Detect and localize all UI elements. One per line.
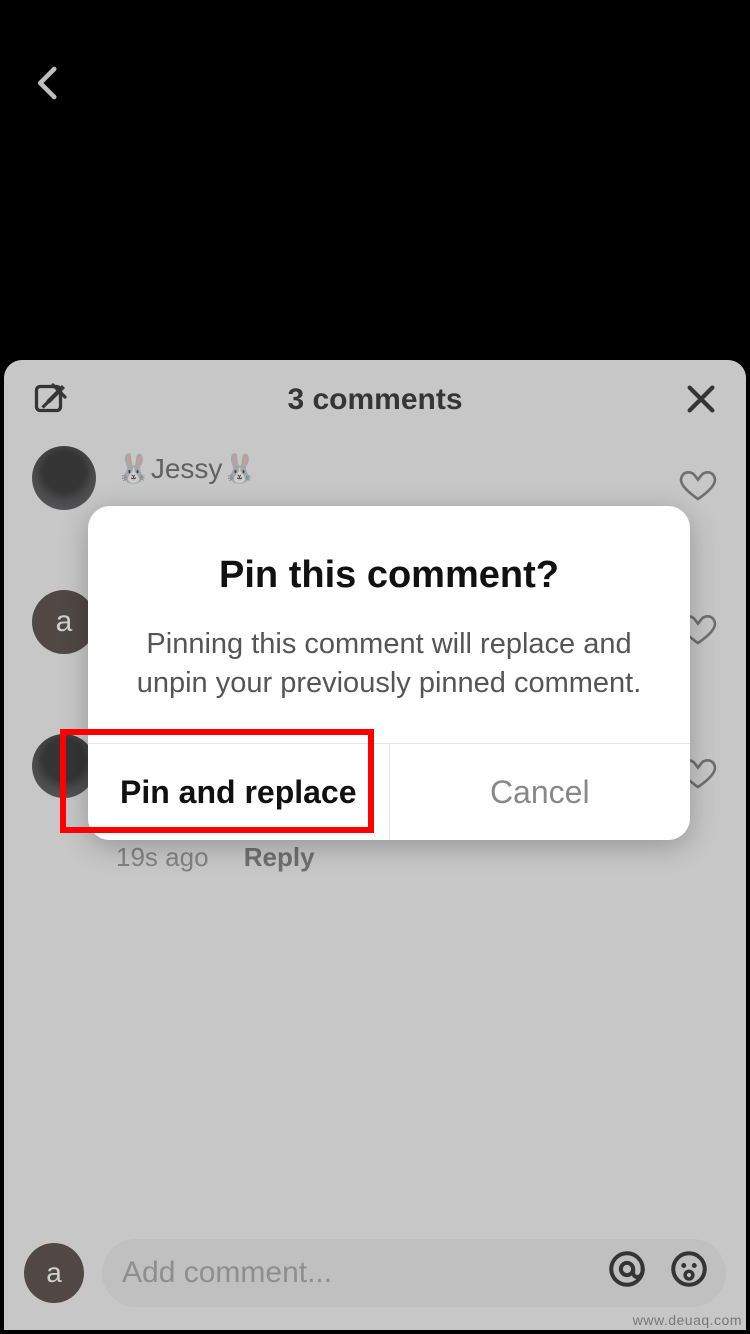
current-user-avatar[interactable]: a	[24, 1243, 84, 1303]
heart-icon	[678, 464, 718, 504]
pin-and-replace-button[interactable]: Pin and replace	[88, 744, 389, 840]
comment-placeholder: Add comment...	[122, 1256, 332, 1290]
comment-meta: 19s ago Reply	[116, 842, 718, 873]
mention-button[interactable]	[606, 1248, 648, 1298]
avatar[interactable]	[32, 734, 96, 798]
avatar[interactable]	[32, 446, 96, 510]
comment-input-bar: a Add comment...	[24, 1234, 726, 1312]
reply-button[interactable]: Reply	[244, 842, 315, 872]
cancel-button[interactable]: Cancel	[389, 744, 691, 840]
back-button[interactable]	[28, 62, 70, 109]
avatar[interactable]: a	[32, 590, 96, 654]
compose-button[interactable]	[32, 382, 68, 423]
compose-icon	[32, 382, 68, 418]
like-button[interactable]	[678, 464, 718, 509]
comment-row[interactable]: 🐰Jessy🐰	[32, 446, 718, 510]
close-icon	[684, 382, 718, 416]
at-icon	[606, 1248, 648, 1290]
comment-input[interactable]: Add comment...	[102, 1239, 726, 1307]
dialog-title: Pin this comment?	[122, 554, 656, 597]
close-button[interactable]	[684, 382, 718, 421]
chevron-left-icon	[28, 62, 70, 104]
watermark: www.deuaq.com	[633, 1312, 742, 1328]
emoji-button[interactable]	[668, 1248, 710, 1298]
comment-timestamp: 19s ago	[116, 842, 209, 872]
comment-username: 🐰Jessy🐰	[116, 452, 257, 485]
dialog-description: Pinning this comment will replace and un…	[122, 625, 656, 703]
smiley-icon	[668, 1248, 710, 1290]
comments-title: 3 comments	[287, 383, 462, 417]
pin-confirm-dialog: Pin this comment? Pinning this comment w…	[88, 506, 690, 840]
